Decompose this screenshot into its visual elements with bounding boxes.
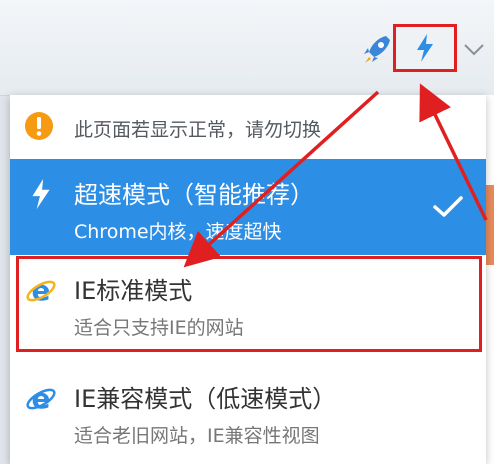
menu-item-desc: 适合老旧网站，IE兼容性视图	[74, 425, 320, 447]
menu-item-desc: Chrome内核，速度超快	[74, 221, 282, 243]
ie-standard-highlight-box	[16, 256, 482, 352]
menu-item-ie-compat[interactable]: e IE兼容模式（低速模式） 适合老旧网站，IE兼容性视图	[10, 363, 486, 459]
rocket-icon[interactable]	[360, 32, 394, 66]
menu-notice: 此页面若显示正常，请勿切换	[10, 95, 486, 157]
browser-mode-button[interactable]	[393, 24, 457, 72]
svg-text:e: e	[32, 382, 51, 414]
lightning-icon	[24, 177, 58, 211]
menu-item-title: IE兼容模式（低速模式）	[74, 385, 337, 413]
background-page-banner	[486, 185, 494, 265]
chevron-down-icon[interactable]	[460, 36, 488, 64]
ie-icon: e	[24, 381, 58, 415]
notice-text: 此页面若显示正常，请勿切换	[74, 119, 322, 141]
lightning-icon	[417, 34, 433, 62]
background-page	[486, 95, 494, 464]
menu-item-fast-mode[interactable]: 超速模式（智能推荐） Chrome内核，速度超快	[10, 159, 486, 255]
browser-toolbar	[0, 0, 494, 96]
exclamation-icon	[24, 111, 54, 141]
menu-item-title: 超速模式（智能推荐）	[74, 181, 314, 209]
checkmark-icon	[430, 192, 466, 222]
